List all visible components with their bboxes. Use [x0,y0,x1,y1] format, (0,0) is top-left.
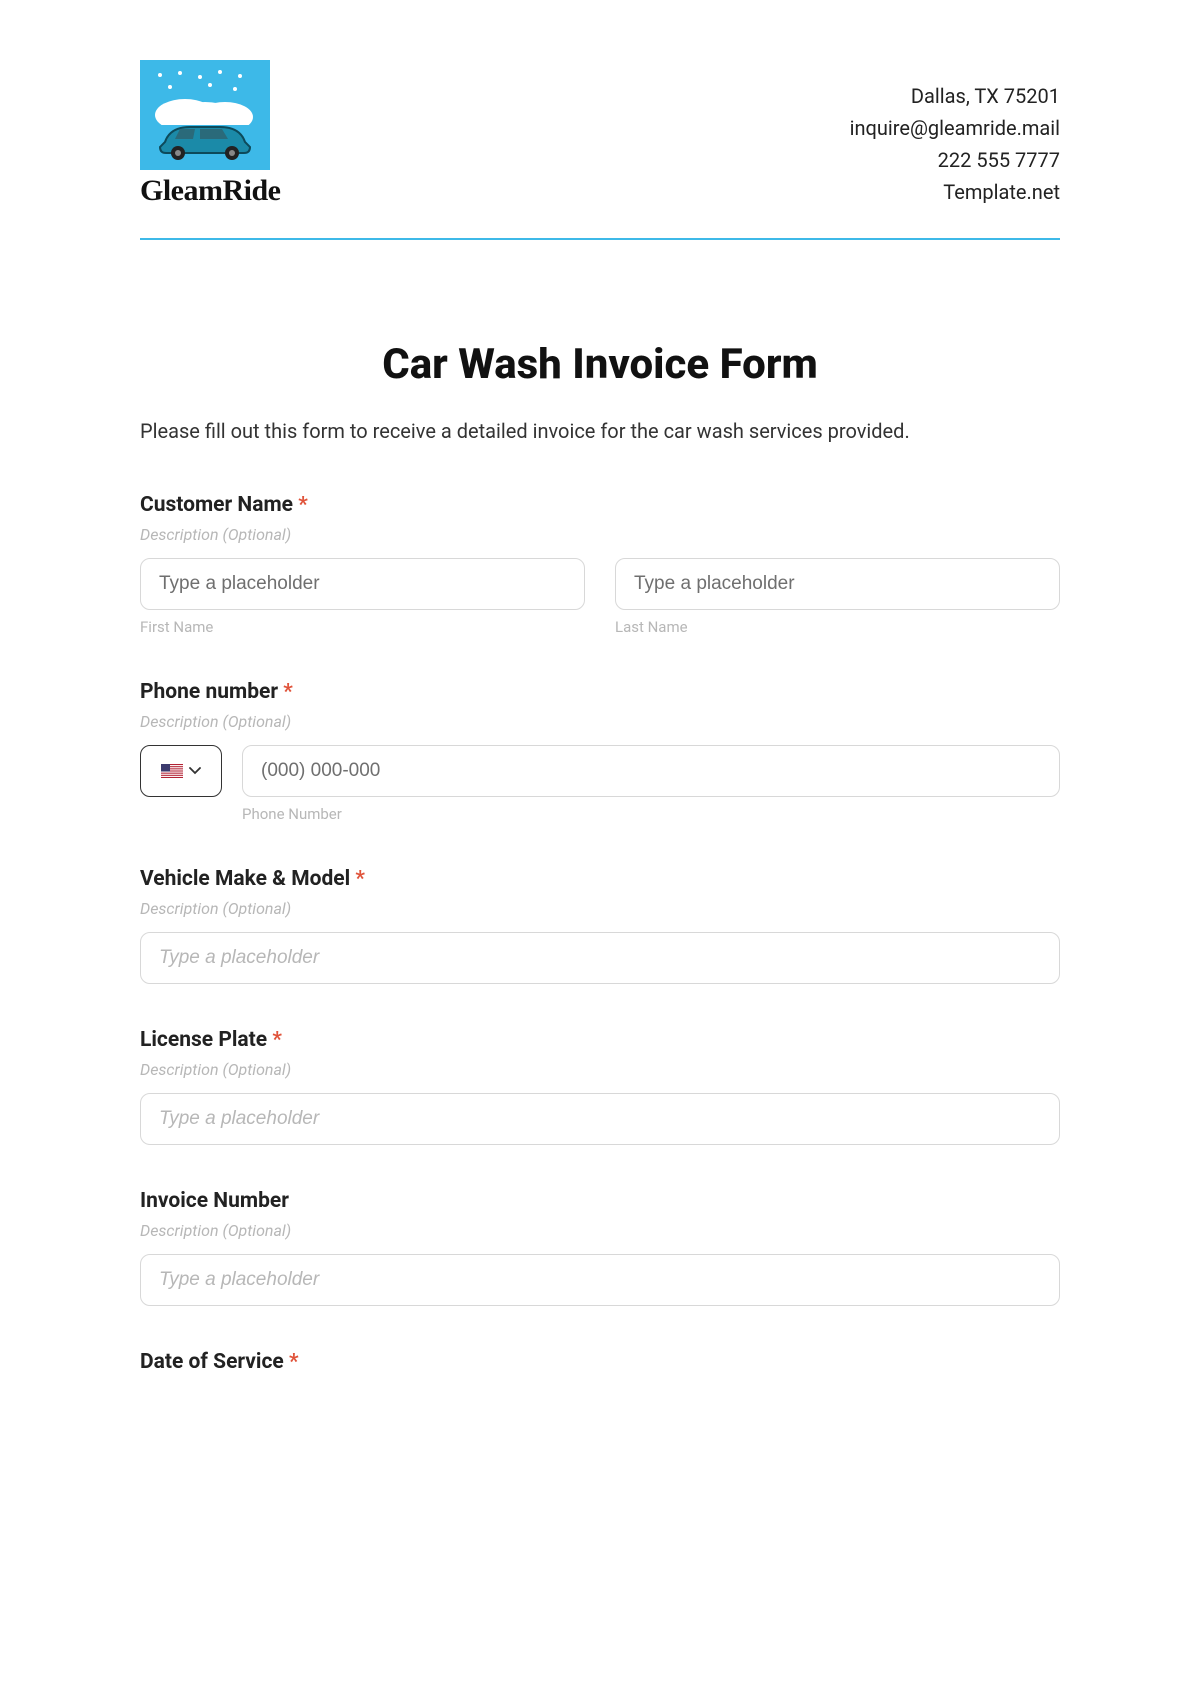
page-title: Car Wash Invoice Form [140,340,1060,389]
first-name-sublabel: First Name [140,618,585,636]
brand-name: GleamRide [140,174,280,208]
vehicle-input[interactable] [140,932,1060,984]
required-icon: * [272,1028,282,1052]
chevron-down-icon [189,767,201,775]
car-icon [150,117,260,162]
us-flag-icon [161,764,183,778]
customer-name-desc[interactable]: Description (Optional) [140,525,1060,544]
date-of-service-label-text: Date of Service [140,1350,284,1374]
field-date-of-service: Date of Service * [140,1350,1060,1374]
page-header: GleamRide Dallas, TX 75201 inquire@gleam… [140,60,1060,240]
contact-site: Template.net [850,176,1060,208]
last-name-sublabel: Last Name [615,618,1060,636]
required-icon: * [289,1350,299,1374]
contact-info: Dallas, TX 75201 inquire@gleamride.mail … [850,60,1060,208]
field-invoice-number: Invoice Number Description (Optional) [140,1189,1060,1306]
first-name-input[interactable] [140,558,585,610]
field-customer-name: Customer Name * Description (Optional) F… [140,493,1060,636]
vehicle-label: Vehicle Make & Model * [140,867,1060,891]
field-vehicle: Vehicle Make & Model * Description (Opti… [140,867,1060,984]
invoice-number-label: Invoice Number [140,1189,1060,1213]
country-code-select[interactable] [140,745,222,797]
logo-block: GleamRide [140,60,280,208]
contact-phone: 222 555 7777 [850,144,1060,176]
last-name-input[interactable] [615,558,1060,610]
phone-desc[interactable]: Description (Optional) [140,712,1060,731]
phone-input[interactable] [242,745,1060,797]
gleamride-logo-icon [140,60,270,170]
license-desc[interactable]: Description (Optional) [140,1060,1060,1079]
phone-label: Phone number * [140,680,1060,704]
field-phone: Phone number * Description (Optional) [140,680,1060,823]
invoice-number-desc[interactable]: Description (Optional) [140,1221,1060,1240]
vehicle-label-text: Vehicle Make & Model [140,867,350,891]
phone-sublabel: Phone Number [242,805,1060,823]
contact-address: Dallas, TX 75201 [850,80,1060,112]
required-icon: * [298,493,308,517]
vehicle-desc[interactable]: Description (Optional) [140,899,1060,918]
license-input[interactable] [140,1093,1060,1145]
invoice-form-page: GleamRide Dallas, TX 75201 inquire@gleam… [0,0,1200,1422]
field-license: License Plate * Description (Optional) [140,1028,1060,1145]
invoice-number-input[interactable] [140,1254,1060,1306]
bubbles-icon [150,65,260,125]
phone-label-text: Phone number [140,680,278,704]
date-of-service-label: Date of Service * [140,1350,1060,1374]
contact-email: inquire@gleamride.mail [850,112,1060,144]
license-label: License Plate * [140,1028,1060,1052]
license-label-text: License Plate [140,1028,267,1052]
page-subtitle: Please fill out this form to receive a d… [140,419,1060,443]
required-icon: * [355,867,365,891]
customer-name-label: Customer Name * [140,493,1060,517]
customer-name-label-text: Customer Name [140,493,293,517]
required-icon: * [283,680,293,704]
